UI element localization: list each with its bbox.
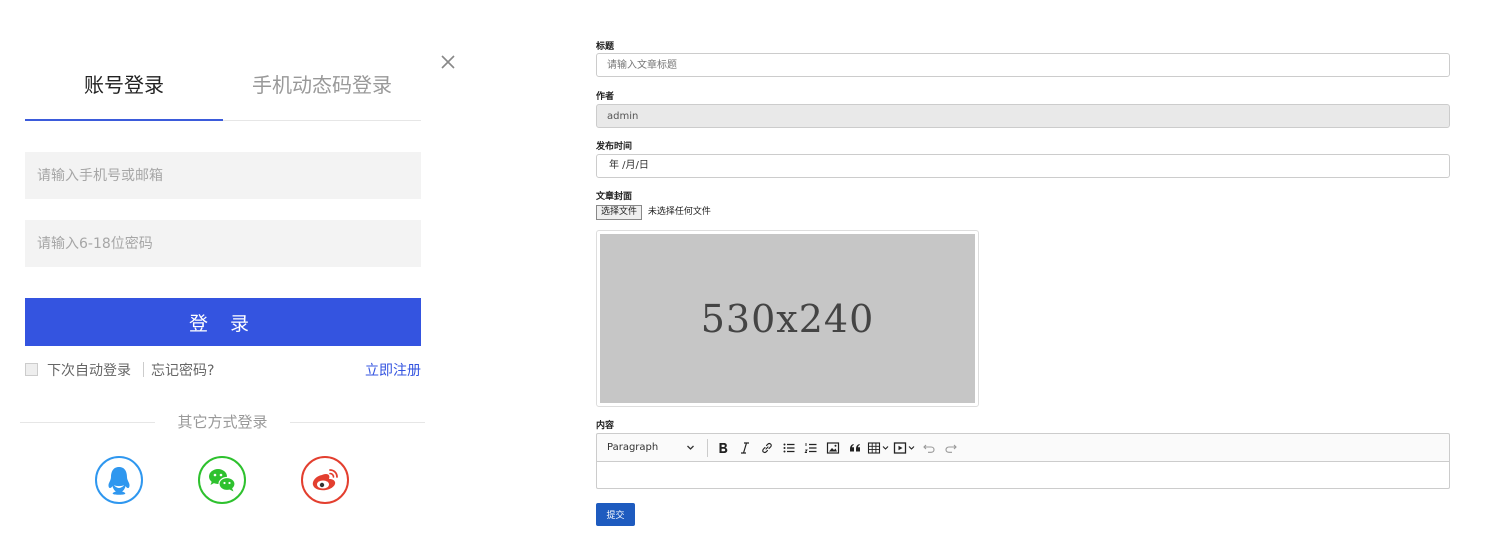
cover-label: 文章封面 <box>596 192 633 202</box>
undo-icon <box>923 444 935 453</box>
password-input[interactable] <box>25 220 421 267</box>
close-button[interactable] <box>437 51 459 73</box>
wechat-login-button[interactable] <box>198 456 246 504</box>
divider-line-right <box>290 422 425 423</box>
link-button[interactable] <box>757 434 777 461</box>
active-tab-indicator <box>25 119 223 121</box>
bold-icon <box>719 442 728 453</box>
block-quote-button[interactable] <box>845 434 865 461</box>
publish-date-input[interactable]: 年 /月/日 <box>596 154 1450 178</box>
register-link[interactable]: 立即注册 <box>365 360 421 380</box>
bulleted-list-button[interactable] <box>779 434 799 461</box>
close-icon <box>441 55 455 69</box>
login-button[interactable]: 登 录 <box>25 298 421 346</box>
redo-button[interactable] <box>941 434 961 461</box>
bold-button[interactable] <box>713 434 733 461</box>
wechat-icon <box>209 469 236 492</box>
cover-file-input: 选择文件 未选择任何文件 <box>596 205 711 220</box>
italic-button[interactable] <box>735 434 755 461</box>
paragraph-dropdown[interactable]: Paragraph <box>597 434 703 461</box>
media-icon <box>893 441 915 454</box>
author-label: 作者 <box>596 92 615 102</box>
content-editor[interactable] <box>596 461 1450 489</box>
table-icon <box>867 441 889 454</box>
quote-icon <box>850 443 860 451</box>
qq-login-button[interactable] <box>95 456 143 504</box>
editor-toolbar: Paragraph <box>596 433 1450 462</box>
insert-table-button[interactable] <box>867 434 891 461</box>
italic-icon <box>741 441 749 454</box>
login-panel: 账号登录 手机动态码登录 登 录 下次自动登录 忘记密码? 立即注册 其它方式登… <box>0 0 470 548</box>
login-tabs: 账号登录 手机动态码登录 <box>25 70 421 121</box>
qq-icon <box>108 467 130 495</box>
other-methods-divider: 其它方式登录 <box>20 410 425 434</box>
chevron-down-icon <box>687 445 694 450</box>
tab-account-login[interactable]: 账号登录 <box>25 70 223 121</box>
file-status-text: 未选择任何文件 <box>647 207 711 217</box>
remember-row: 下次自动登录 忘记密码? 立即注册 <box>25 360 421 380</box>
insert-media-button[interactable] <box>893 434 917 461</box>
numbered-list-icon <box>804 442 817 453</box>
divider <box>143 362 144 377</box>
date-value: 年 /月/日 <box>609 160 649 171</box>
tab-mobile-code-login[interactable]: 手机动态码登录 <box>223 70 421 121</box>
forgot-password-link[interactable]: 忘记密码? <box>151 360 214 380</box>
numbered-list-button[interactable] <box>801 434 821 461</box>
article-form: 标题 作者 发布时间 年 /月/日 文章封面 选择文件 未选择任何文件 530x… <box>596 0 1456 548</box>
date-label: 发布时间 <box>596 142 633 152</box>
author-input[interactable] <box>596 104 1450 128</box>
remember-checkbox[interactable] <box>25 363 38 376</box>
cover-placeholder-image: 530x240 <box>600 234 975 403</box>
paragraph-label: Paragraph <box>607 442 659 453</box>
submit-button[interactable]: 提交 <box>596 503 635 526</box>
title-label: 标题 <box>596 42 615 52</box>
image-icon <box>826 441 840 454</box>
cover-placeholder-text: 530x240 <box>700 296 875 341</box>
redo-icon <box>945 444 957 453</box>
weibo-login-button[interactable] <box>301 456 349 504</box>
weibo-icon <box>312 469 338 491</box>
cover-preview: 530x240 <box>596 230 979 407</box>
toolbar-divider <box>707 438 708 457</box>
remember-label[interactable]: 下次自动登录 <box>47 360 131 380</box>
content-label: 内容 <box>596 421 615 431</box>
account-input[interactable] <box>25 152 421 199</box>
title-input[interactable] <box>596 53 1450 77</box>
link-icon <box>762 442 772 453</box>
undo-button[interactable] <box>919 434 939 461</box>
bulleted-list-icon <box>783 443 795 452</box>
choose-file-button[interactable]: 选择文件 <box>596 205 643 220</box>
insert-image-button[interactable] <box>823 434 843 461</box>
